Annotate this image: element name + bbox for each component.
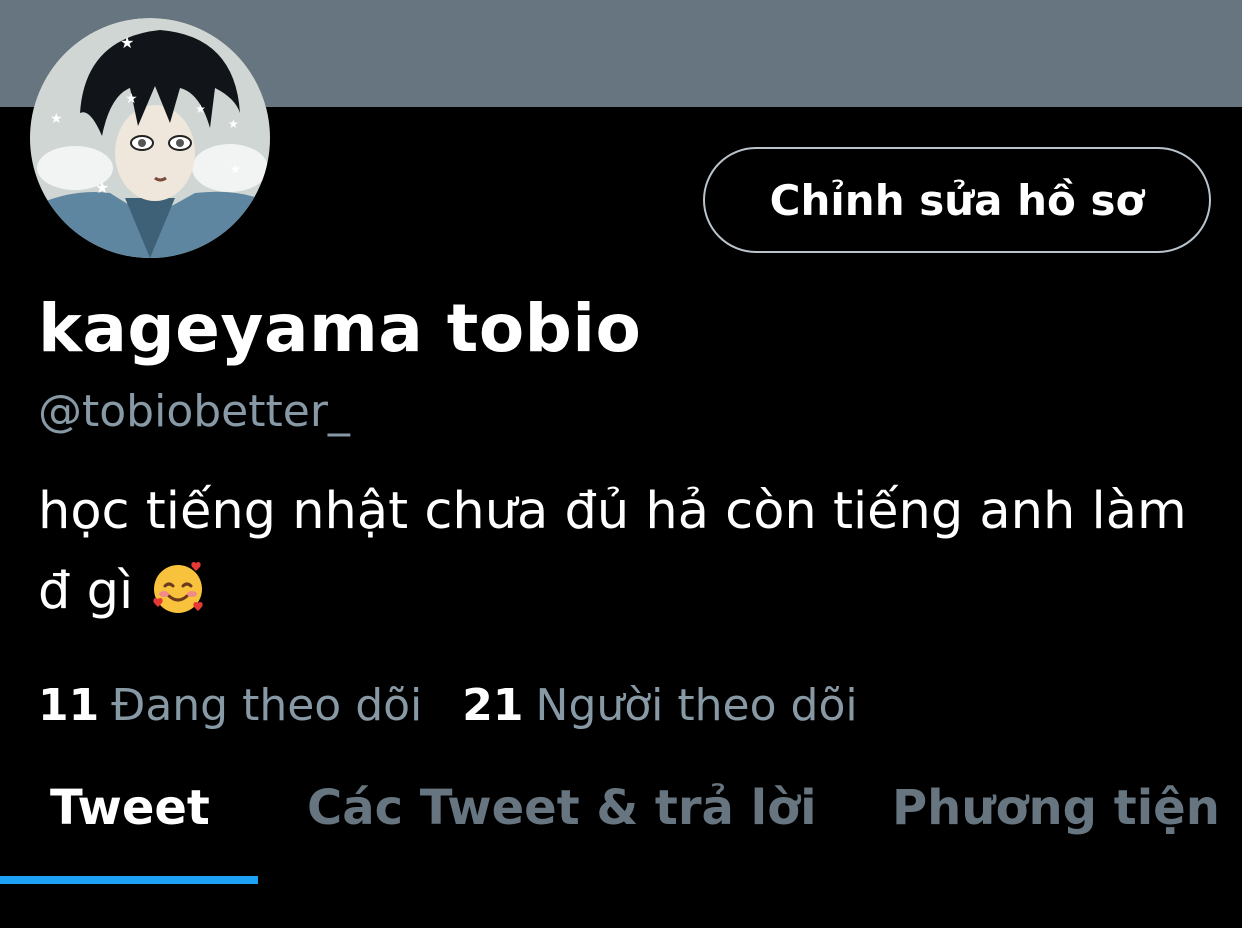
following-count: 11 <box>38 680 100 731</box>
profile-avatar[interactable]: ★ ★ ★ ★ ★ ★ ★ <box>30 18 270 258</box>
svg-text:★: ★ <box>228 117 239 131</box>
svg-text:★: ★ <box>125 91 138 107</box>
profile-page: ★ ★ ★ ★ ★ ★ ★ Chỉnh sửa hồ sơ kageyama t… <box>0 0 1242 928</box>
tab-media[interactable]: Phương tiện <box>892 780 1220 836</box>
svg-text:★: ★ <box>50 111 63 127</box>
profile-bio: học tiếng nhật chưa đủ hả còn tiếng anh … <box>38 472 1208 632</box>
followers-label: Người theo dõi <box>535 680 858 731</box>
follow-stats: 11 Đang theo dõi 21 Người theo dõi <box>38 680 898 731</box>
tab-tweets[interactable]: Tweet <box>50 780 210 836</box>
display-name: kageyama tobio <box>38 290 642 367</box>
svg-text:★: ★ <box>195 102 206 116</box>
smiling-face-with-hearts-icon <box>149 558 207 616</box>
svg-text:★: ★ <box>95 178 109 197</box>
tab-tweets-and-replies[interactable]: Các Tweet & trả lời <box>307 780 817 836</box>
profile-tabs: Tweet Các Tweet & trả lời Phương tiện <box>0 760 1242 880</box>
user-handle: @tobiobetter_ <box>38 386 350 437</box>
following-stat[interactable]: 11 Đang theo dõi <box>38 680 422 731</box>
bio-text: học tiếng nhật chưa đủ hả còn tiếng anh … <box>38 482 1187 621</box>
svg-text:★: ★ <box>120 33 134 52</box>
followers-count: 21 <box>462 680 524 731</box>
svg-text:★: ★ <box>230 162 241 176</box>
edit-profile-button[interactable]: Chỉnh sửa hồ sơ <box>703 147 1211 253</box>
followers-stat[interactable]: 21 Người theo dõi <box>462 680 857 731</box>
active-tab-indicator <box>0 876 258 884</box>
avatar-image: ★ ★ ★ ★ ★ ★ ★ <box>30 18 270 258</box>
following-label: Đang theo dõi <box>111 680 423 731</box>
